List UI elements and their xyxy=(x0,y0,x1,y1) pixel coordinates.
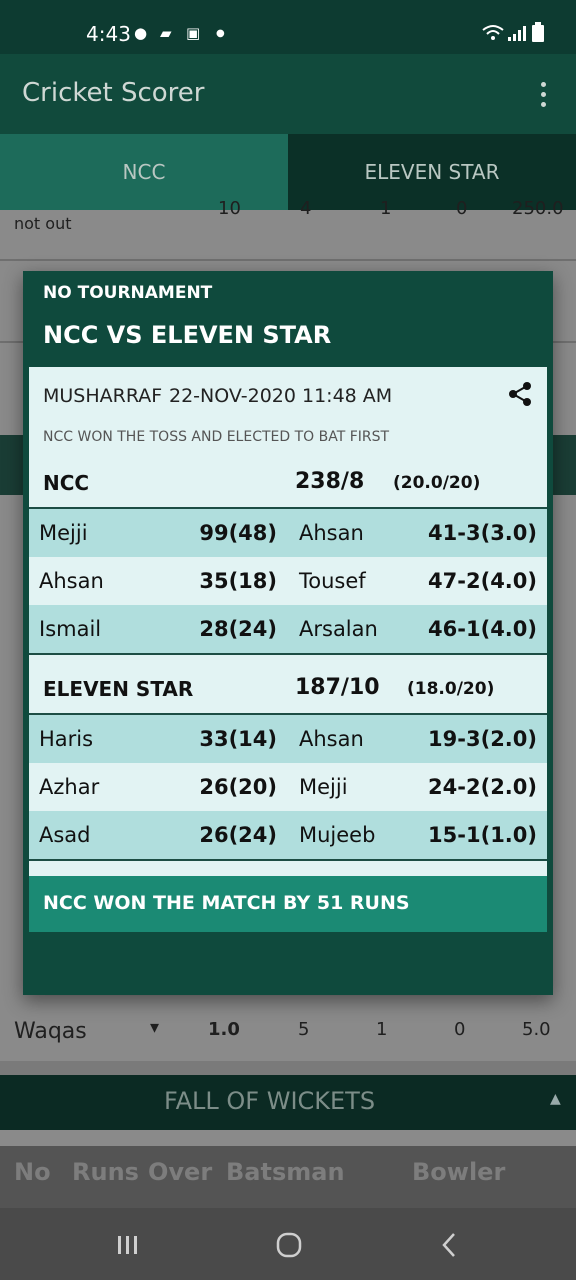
bg-cell: 1 xyxy=(376,1019,388,1040)
bg-cell: 1 xyxy=(380,198,392,219)
bowling-figure: 41-3(3.0) xyxy=(428,521,537,545)
fow-col-no: No xyxy=(14,1158,51,1186)
team-name: ELEVEN STAR xyxy=(43,677,194,701)
batsman-name: Haris xyxy=(39,727,94,751)
image-notification-icon: ▣ xyxy=(186,24,201,42)
batting-figure: 28(24) xyxy=(199,617,277,641)
team-tabs: NCC ELEVEN STAR xyxy=(0,134,576,210)
recent-apps-icon[interactable] xyxy=(116,1234,140,1256)
performer-row: Mejji 99(48) Ahsan 41-3(3.0) xyxy=(29,509,547,557)
bowler-name: Mejji xyxy=(299,775,348,799)
team-overs: (18.0/20) xyxy=(407,679,495,699)
bowler-name: Mujeeb xyxy=(299,823,376,847)
toss-info: NCC WON THE TOSS AND ELECTED TO BAT FIRS… xyxy=(43,429,390,445)
innings-header-ncc: NCC 238/8 (20.0/20) xyxy=(29,457,547,509)
bg-not-out-label: not out xyxy=(14,214,72,233)
bg-batsman-row: not out 10 4 1 0 250.0 xyxy=(0,198,576,260)
panda-notification-icon: ● xyxy=(134,24,148,42)
message-notification-icon: ▰ xyxy=(160,24,172,42)
bowling-figure: 46-1(4.0) xyxy=(428,617,537,641)
batting-figure: 35(18) xyxy=(199,569,277,593)
performer-row: Haris 33(14) Ahsan 19-3(2.0) xyxy=(29,715,547,763)
performer-row: Asad 26(24) Mujeeb 15-1(1.0) xyxy=(29,811,547,861)
bg-waqas-row: Waqas ▾ 1.0 5 1 0 5.0 xyxy=(0,1003,576,1061)
bg-cell: 4 xyxy=(300,198,312,219)
batting-figure: 99(48) xyxy=(199,521,277,545)
batsman-name: Ismail xyxy=(39,617,102,641)
bowler-name: Ahsan xyxy=(299,727,364,751)
fall-of-wickets-title: FALL OF WICKETS xyxy=(164,1087,376,1115)
batsman-name: Ahsan xyxy=(39,569,104,593)
fow-col-over: Over xyxy=(148,1158,213,1186)
system-nav-bar xyxy=(0,1208,576,1280)
matchup-title: NCC VS ELEVEN STAR xyxy=(43,321,332,349)
bg-cell: 250.0 xyxy=(512,198,564,219)
bowling-figure: 47-2(4.0) xyxy=(428,569,537,593)
batting-figure: 33(14) xyxy=(199,727,277,751)
match-datetime: 22-NOV-2020 11:48 AM xyxy=(169,385,393,407)
bowling-figure: 24-2(2.0) xyxy=(428,775,537,799)
team-name: NCC xyxy=(43,471,90,495)
fow-col-bowler: Bowler xyxy=(412,1158,506,1186)
bg-fow-columns: No Runs Over Batsman Bowler xyxy=(0,1146,576,1208)
dropdown-arrow-icon: ▾ xyxy=(150,1017,160,1038)
bowler-name: Ahsan xyxy=(299,521,364,545)
match-result-banner: NCC WON THE MATCH BY 51 RUNS xyxy=(29,876,547,932)
bowler-name: Arsalan xyxy=(299,617,378,641)
status-time: 4:43 xyxy=(86,22,131,46)
performer-row: Ahsan 35(18) Tousef 47-2(4.0) xyxy=(29,557,547,605)
performer-row: Ismail 28(24) Arsalan 46-1(4.0) xyxy=(29,605,547,655)
bg-cell: 5.0 xyxy=(522,1019,551,1040)
share-icon[interactable] xyxy=(507,381,533,407)
performer-row: Azhar 26(20) Mejji 24-2(2.0) xyxy=(29,763,547,811)
bowling-figure: 19-3(2.0) xyxy=(428,727,537,751)
batsman-name: Mejji xyxy=(39,521,88,545)
fow-col-batsman: Batsman xyxy=(226,1158,345,1186)
battery-icon xyxy=(532,22,544,42)
scorecard-summary: MUSHARRAF 22-NOV-2020 11:48 AM NCC WON T… xyxy=(29,367,547,932)
signal-icon xyxy=(508,26,526,41)
bowler-name: Tousef xyxy=(299,569,366,593)
collapse-arrow-icon: ▲ xyxy=(550,1091,561,1107)
match-result-text: NCC WON THE MATCH BY 51 RUNS xyxy=(43,892,410,914)
more-notifications-icon: ● xyxy=(216,28,225,39)
batting-figure: 26(20) xyxy=(199,775,277,799)
back-icon[interactable] xyxy=(440,1232,458,1258)
match-summary-dialog: NO TOURNAMENT NCC VS ELEVEN STAR MUSHARR… xyxy=(23,271,553,995)
batsman-name: Asad xyxy=(39,823,91,847)
bowling-figure: 15-1(1.0) xyxy=(428,823,537,847)
bg-fall-of-wickets-header[interactable]: FALL OF WICKETS ▲ xyxy=(0,1075,576,1130)
batsman-name: Azhar xyxy=(39,775,100,799)
status-bar: 4:43 ● ▰ ▣ ● xyxy=(0,0,576,54)
tab-ncc[interactable]: NCC xyxy=(0,134,288,210)
home-icon[interactable] xyxy=(276,1232,302,1258)
batting-figure: 26(24) xyxy=(199,823,277,847)
bg-cell: 5 xyxy=(298,1019,310,1040)
team-overs: (20.0/20) xyxy=(393,473,481,493)
innings-header-eleven-star: ELEVEN STAR 187/10 (18.0/20) xyxy=(29,663,547,715)
overflow-menu-icon[interactable] xyxy=(534,80,554,110)
bg-cell: 0 xyxy=(454,1019,466,1040)
team-score: 238/8 xyxy=(295,469,365,494)
wifi-icon xyxy=(482,25,504,40)
scorer-name: MUSHARRAF xyxy=(43,385,163,407)
app-title: Cricket Scorer xyxy=(22,78,205,108)
team-score: 187/10 xyxy=(295,675,380,700)
app-bar: Cricket Scorer xyxy=(0,54,576,134)
bg-cell: 0 xyxy=(456,198,468,219)
bg-cell: 10 xyxy=(218,198,241,219)
bg-cell: 1.0 xyxy=(208,1019,240,1040)
tournament-label: NO TOURNAMENT xyxy=(43,283,213,303)
bg-bowler-name: Waqas xyxy=(14,1019,87,1044)
fow-col-runs: Runs xyxy=(72,1158,139,1186)
